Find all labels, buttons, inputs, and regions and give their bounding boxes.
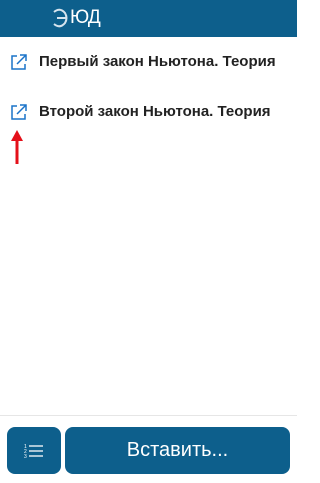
app-logo: ЮД	[50, 7, 101, 29]
list-item-label[interactable]: Первый закон Ньютона. Теория	[39, 52, 279, 72]
list-item-label[interactable]: Второй закон Ньютона. Теория	[39, 102, 279, 122]
list-item[interactable]: Первый закон Ньютона. Теория	[0, 37, 297, 87]
external-link-icon[interactable]	[9, 53, 28, 72]
app-header: ЮД	[0, 0, 297, 37]
svg-text:3: 3	[24, 454, 27, 459]
logo-text: ЮД	[70, 7, 101, 28]
insert-button[interactable]: Вставить...	[65, 427, 290, 474]
external-link-icon[interactable]	[9, 103, 28, 122]
list-button[interactable]: 1 2 3	[7, 427, 61, 474]
resource-list: Первый закон Ньютона. Теория Второй зако…	[0, 37, 297, 137]
bottom-toolbar: 1 2 3 Вставить...	[0, 415, 297, 483]
numbered-list-icon: 1 2 3	[24, 444, 43, 459]
red-up-arrow-icon	[11, 130, 23, 164]
insert-button-label: Вставить...	[126, 439, 229, 461]
logo-e-icon	[53, 8, 68, 28]
list-item[interactable]: Второй закон Ньютона. Теория	[0, 87, 297, 137]
